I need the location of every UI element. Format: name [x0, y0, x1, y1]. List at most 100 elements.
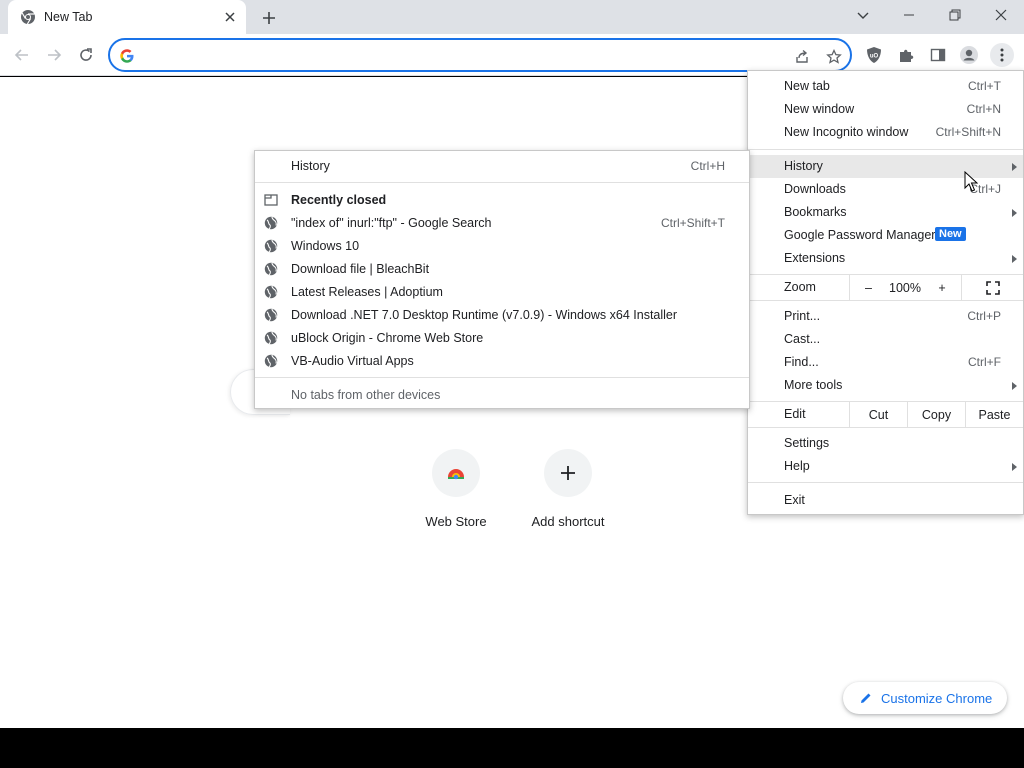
recently-closed-item[interactable]: uBlock Origin - Chrome Web Store [255, 327, 749, 350]
customize-chrome-button[interactable]: Customize Chrome [843, 682, 1007, 714]
history-item-history[interactable]: History Ctrl+H [255, 155, 749, 178]
cut-label: Cut [868, 407, 889, 422]
tab-new-tab[interactable]: New Tab [8, 0, 246, 34]
menu-label: History [784, 159, 823, 173]
menu-item-print[interactable]: Print... Ctrl+P [748, 305, 1023, 328]
menu-item-password-manager[interactable]: Google Password Manager New [748, 224, 1023, 247]
menu-item-find[interactable]: Find... Ctrl+F [748, 351, 1023, 374]
copy-label: Copy [921, 407, 952, 422]
address-bar[interactable] [108, 38, 852, 72]
tab-strip: New Tab [0, 0, 1024, 34]
menu-item-downloads[interactable]: Downloads Ctrl+J [748, 178, 1023, 201]
menu-label: No tabs from other devices [291, 388, 441, 402]
menu-item-more-tools[interactable]: More tools [748, 374, 1023, 397]
back-icon[interactable] [10, 43, 34, 67]
zoom-value: 100% [889, 280, 921, 295]
recently-closed-item[interactable]: "index of" inurl:"ftp" - Google Search C… [255, 212, 749, 235]
add-shortcut-plus-icon [544, 449, 592, 497]
side-panel-icon[interactable] [927, 44, 949, 66]
google-icon [120, 49, 134, 63]
menu-label: New window [784, 102, 855, 116]
menu-edit-row: Edit Cut Copy Paste [748, 402, 1023, 427]
pencil-icon [861, 693, 871, 703]
paste-button[interactable]: Paste [965, 402, 1023, 427]
menu-item-exit[interactable]: Exit [748, 489, 1023, 512]
chrome-main-menu: New tab Ctrl+T New window Ctrl+N New Inc… [747, 70, 1024, 515]
zoom-label: Zoom [784, 280, 816, 294]
recently-closed-item[interactable]: Windows 10 [255, 235, 749, 258]
menu-label: More tools [784, 378, 843, 392]
recently-closed-item[interactable]: VB-Audio Virtual Apps [255, 350, 749, 373]
menu-label: "index of" inurl:"ftp" - Google Search [291, 216, 492, 230]
extensions-puzzle-icon[interactable] [895, 44, 917, 66]
minimize-icon[interactable] [886, 0, 932, 30]
history-submenu: History Ctrl+H Recently closed "index of… [254, 150, 750, 409]
submenu-arrow-icon [1012, 209, 1017, 217]
tab-search-chevron-icon[interactable] [840, 0, 886, 30]
menu-divider [748, 300, 1023, 301]
zoom-in-button[interactable]: + [923, 275, 961, 300]
chrome-menu-kebab-icon[interactable] [990, 43, 1014, 67]
menu-divider [748, 427, 1023, 428]
menu-label: Cast... [784, 332, 821, 346]
web-store-icon [432, 449, 480, 497]
menu-item-history[interactable]: History [748, 155, 1023, 178]
menu-label: New Incognito window [784, 125, 909, 139]
cut-button[interactable]: Cut [849, 402, 907, 427]
restore-icon[interactable] [932, 0, 978, 30]
shortcut-label: Add shortcut [531, 514, 605, 529]
globe-icon [264, 354, 278, 368]
menu-label: Print... [784, 309, 821, 323]
edit-label: Edit [784, 407, 806, 421]
close-tab-icon[interactable] [222, 9, 238, 25]
address-input[interactable] [142, 46, 742, 66]
recently-closed-item[interactable]: Latest Releases | Adoptium [255, 281, 749, 304]
ublock-shield-icon[interactable]: uO [863, 44, 885, 66]
zoom-minus-label: – [865, 280, 872, 295]
globe-icon [264, 331, 278, 345]
recently-closed-item[interactable]: Download file | BleachBit [255, 258, 749, 281]
menu-label: Latest Releases | Adoptium [291, 285, 443, 299]
profile-avatar-icon[interactable] [958, 44, 980, 66]
zoom-out-button[interactable]: – [849, 275, 887, 300]
menu-label: Downloads [784, 182, 846, 196]
no-tabs-other-devices: No tabs from other devices [255, 384, 749, 407]
menu-item-settings[interactable]: Settings [748, 432, 1023, 455]
menu-divider [255, 377, 749, 378]
menu-shortcut: Ctrl+H [690, 159, 725, 173]
paste-label: Paste [978, 407, 1011, 422]
globe-icon [264, 308, 278, 322]
copy-button[interactable]: Copy [907, 402, 965, 427]
mouse-cursor-icon [964, 171, 978, 192]
menu-label: Extensions [784, 251, 846, 265]
submenu-arrow-icon [1012, 463, 1017, 471]
menu-shortcut: Ctrl+Shift+N [935, 125, 1001, 139]
forward-icon[interactable] [42, 43, 66, 67]
fullscreen-icon[interactable] [961, 275, 1023, 300]
menu-item-new-window[interactable]: New window Ctrl+N [748, 98, 1023, 121]
shortcut-add[interactable]: Add shortcut [512, 449, 624, 529]
menu-shortcut: Ctrl+N [966, 102, 1001, 116]
bookmark-star-icon[interactable] [824, 47, 844, 67]
recently-closed-item[interactable]: Download .NET 7.0 Desktop Runtime (v7.0.… [255, 304, 749, 327]
chrome-icon [21, 10, 35, 25]
menu-label: Exit [784, 493, 805, 507]
menu-item-cast[interactable]: Cast... [748, 328, 1023, 351]
menu-item-help[interactable]: Help [748, 455, 1023, 478]
menu-item-bookmarks[interactable]: Bookmarks [748, 201, 1023, 224]
zoom-level: 100% [887, 275, 923, 300]
menu-item-extensions[interactable]: Extensions [748, 247, 1023, 270]
menu-label: VB-Audio Virtual Apps [291, 354, 414, 368]
menu-label: Settings [784, 436, 830, 450]
close-window-icon[interactable] [978, 0, 1024, 30]
share-icon[interactable] [792, 47, 812, 67]
new-tab-plus-icon[interactable] [258, 7, 280, 29]
submenu-arrow-icon [1012, 255, 1017, 263]
menu-item-new-tab[interactable]: New tab Ctrl+T [748, 75, 1023, 98]
menu-item-new-incognito[interactable]: New Incognito window Ctrl+Shift+N [748, 121, 1023, 144]
globe-icon [264, 239, 278, 253]
reload-icon[interactable] [74, 43, 98, 67]
menu-label: Recently closed [291, 193, 387, 207]
shortcut-web-store[interactable]: Web Store [400, 449, 512, 529]
menu-label: History [291, 159, 330, 173]
